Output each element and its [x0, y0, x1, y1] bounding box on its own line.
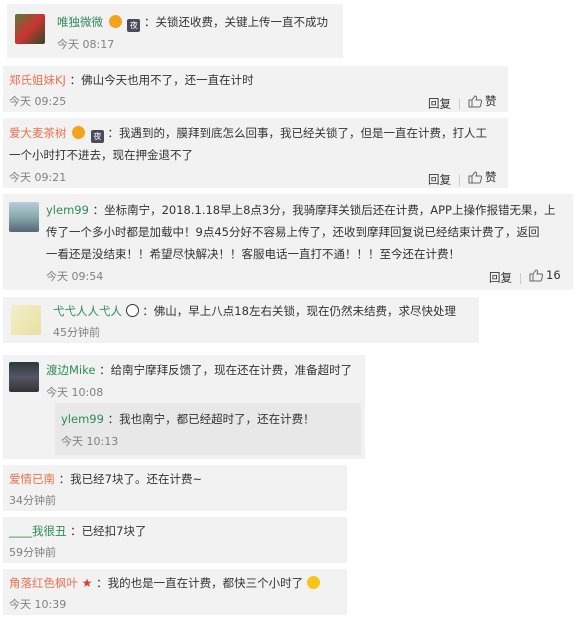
like-label: 赞 [485, 94, 497, 108]
username[interactable]: ____我很丑 [9, 524, 67, 538]
username[interactable]: 爱大麦茶树 [9, 126, 67, 140]
like-count: 16 [546, 268, 561, 282]
like-button[interactable]: 赞 [468, 169, 497, 185]
timestamp: 今天 09:21 [9, 171, 67, 184]
comment-card: 爱大麦茶树 夜 ：我遇到的，膜拜到底怎么回事，我已经关锁了，但是一直在计费，打人… [3, 118, 508, 188]
reply-button[interactable]: 回复 [489, 271, 512, 285]
timestamp: 今天 08:17 [57, 38, 115, 51]
reply-button[interactable]: 回复 [428, 97, 451, 111]
comment-text: ：坐标南宁，2018.1.18早上8点3分，我骑摩拜关锁后还在计费，APP上操作… [92, 203, 556, 217]
comment-card: 郑氏姐妹KJ ：佛山今天也用不了，还一直在计时 今天 09:25 回复 赞 [3, 66, 508, 112]
username[interactable]: 弋弋人人弋人 [53, 304, 122, 318]
night-badge-icon: 夜 [90, 130, 104, 143]
comment-text: ：我也南宁，都已经超时了，还在计费！ [107, 412, 315, 426]
timestamp: 45分钟前 [53, 326, 100, 339]
thumbs-up-icon [468, 94, 483, 108]
timestamp: 今天 10:13 [61, 435, 119, 448]
divider [459, 98, 460, 110]
comment-text: ：我遇到的，膜拜到底怎么回事，我已经关锁了，但是一直在计费，打人工 [107, 126, 487, 140]
comment-text: ：关锁还收费，关键上传一直不成功 [143, 15, 328, 29]
like-label: 赞 [485, 170, 497, 184]
comment-text: ：我的也是一直在计费，都快三个小时了 [96, 576, 304, 590]
vip-badge-icon [108, 15, 122, 28]
username[interactable]: 唯独微微 [57, 15, 103, 29]
like-button[interactable]: 16 [529, 268, 561, 282]
laugh-emoji-icon [306, 576, 320, 589]
nested-reply: ylem99 ：我也南宁，都已经超时了，还在计费！ 今天 10:13 [55, 403, 361, 455]
avatar[interactable] [11, 305, 41, 335]
timestamp: 今天 09:54 [46, 270, 104, 283]
comment-text-cont: 一看还是没结束！！希望尽快解决！！客服电话一直打不通！！！至今还在计费！ [46, 247, 460, 261]
comment-card: 弋弋人人弋人 ：佛山，早上八点18左右关锁，现在仍然未结费，求尽快处理 45分钟… [3, 297, 479, 343]
comment-card: 角落红色枫叶 ★ ：我的也是一直在计费，都快三个小时了 今天 10:39 [3, 569, 347, 615]
username[interactable]: 郑氏姐妹KJ [9, 73, 66, 87]
timestamp: 今天 10:08 [46, 386, 104, 399]
comment-text: ：给南宁摩拜反馈了，现在还在计费，准备超时了 [99, 363, 353, 377]
comment-card: 唯独微微 夜 ：关锁还收费，关键上传一直不成功 今天 08:17 [7, 4, 343, 58]
timestamp: 今天 10:39 [9, 598, 67, 611]
timestamp: 34分钟前 [9, 494, 56, 507]
comment-text: ：我已经7块了。还在计费~ [58, 472, 203, 486]
comment-text-cont: 一个小时打不进去，现在押金退不了 [9, 148, 193, 162]
comment-card: 渡边Mike ：给南宁摩拜反馈了，现在还在计费，准备超时了 今天 10:08 y… [3, 355, 365, 459]
username[interactable]: 渡边Mike [46, 363, 95, 377]
avatar[interactable] [9, 362, 39, 392]
divider [520, 272, 521, 284]
timestamp: 59分钟前 [9, 546, 56, 559]
username[interactable]: ylem99 [46, 203, 89, 217]
thumbs-up-icon [529, 268, 544, 282]
avatar[interactable] [15, 14, 45, 44]
divider [459, 174, 460, 186]
panda-badge-icon [125, 304, 139, 317]
comment-text: ：已经扣7块了 [70, 524, 147, 538]
comment-card: ylem99 ：坐标南宁，2018.1.18早上8点3分，我骑摩拜关锁后还在计费… [3, 194, 573, 290]
reply-button[interactable]: 回复 [428, 173, 451, 187]
star-badge-icon: ★ [81, 576, 93, 590]
night-badge-icon: 夜 [127, 19, 141, 32]
timestamp: 今天 09:25 [9, 95, 67, 108]
vip-badge-icon [72, 126, 86, 139]
comment-text-cont: 传了一个多小时都是加载中！9点45分好不容易上传了，还收到摩拜回复说已经结束计费… [46, 225, 540, 239]
username[interactable]: 爱情已南 [9, 472, 55, 486]
comment-card: 爱情已南 ：我已经7块了。还在计费~ 34分钟前 [3, 465, 347, 511]
comment-card: ____我很丑 ：已经扣7块了 59分钟前 [3, 517, 347, 563]
username[interactable]: ylem99 [61, 412, 104, 426]
username[interactable]: 角落红色枫叶 [9, 576, 78, 590]
like-button[interactable]: 赞 [468, 93, 497, 109]
comment-text: ：佛山，早上八点18左右关锁，现在仍然未结费，求尽快处理 [142, 304, 456, 318]
thumbs-up-icon [468, 170, 483, 184]
avatar[interactable] [9, 202, 39, 232]
comment-text: ：佛山今天也用不了，还一直在计时 [69, 73, 254, 87]
